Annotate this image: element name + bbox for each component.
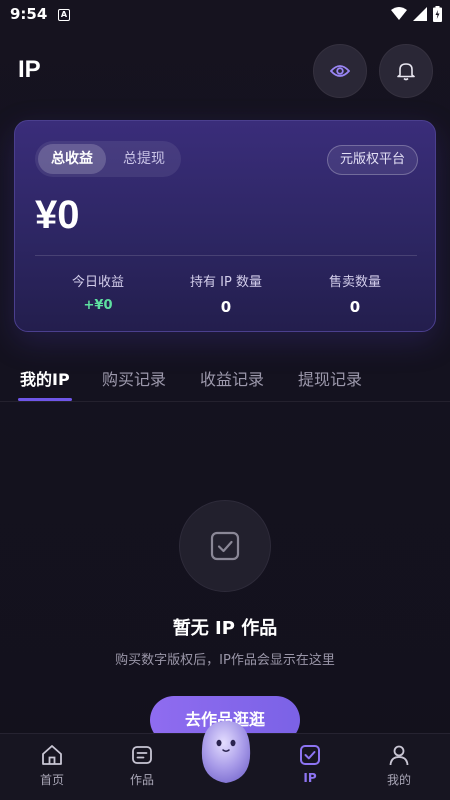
user-icon <box>389 745 409 766</box>
nav-home[interactable]: 首页 <box>17 744 87 788</box>
stat-label: 持有 IP 数量 <box>190 275 262 290</box>
eye-icon <box>330 65 350 77</box>
status-icons <box>391 6 442 22</box>
stat-value: 0 <box>220 298 232 316</box>
total-earnings-tab[interactable]: 总收益 <box>38 144 106 174</box>
app-notification-icon: A <box>58 9 70 21</box>
works-icon <box>132 746 152 764</box>
nav-label: 首页 <box>39 773 64 787</box>
wifi-icon <box>391 7 407 20</box>
tab-withdrawal-records[interactable]: 提现记录 <box>298 366 362 390</box>
tab-purchase-records[interactable]: 购买记录 <box>102 366 166 390</box>
page-title: IP <box>18 56 41 83</box>
battery-icon <box>433 6 442 22</box>
stat-label: 售卖数量 <box>328 275 381 290</box>
nav-works[interactable]: 作品 <box>107 744 177 788</box>
active-tab-indicator <box>18 398 72 401</box>
notifications-button[interactable] <box>379 44 433 98</box>
stat-label: 今日收益 <box>71 275 124 290</box>
stat-today-earnings: 今日收益 +¥0 <box>38 271 158 313</box>
balance-amount: ¥0 <box>35 193 80 237</box>
bell-icon <box>397 63 415 81</box>
nav-label: IP <box>303 771 317 785</box>
stat-sold-count: 售卖数量 0 <box>295 271 415 316</box>
home-icon <box>42 745 62 765</box>
empty-state-title: 暂无 IP 作品 <box>172 618 278 639</box>
mascot-icon <box>201 721 251 783</box>
copyright-platform-button[interactable]: 元版权平台 <box>326 145 418 175</box>
nav-mine[interactable]: 我的 <box>364 744 434 788</box>
ip-check-icon <box>300 745 320 765</box>
mascot-center-button[interactable] <box>199 719 253 785</box>
tab-earnings-records[interactable]: 收益记录 <box>200 366 264 390</box>
stat-value: +¥0 <box>83 298 113 313</box>
tab-my-ip[interactable]: 我的IP <box>20 366 70 390</box>
empty-state-illustration <box>179 500 271 592</box>
visibility-toggle-button[interactable] <box>313 44 367 98</box>
stat-value: 0 <box>349 298 361 316</box>
nav-ip[interactable]: IP <box>275 744 345 785</box>
earnings-card: 总收益 总提现 元版权平台 ¥0 今日收益 +¥0 持有 IP 数量 0 售卖数… <box>14 120 436 332</box>
nav-label: 我的 <box>386 773 411 787</box>
total-withdrawal-tab[interactable]: 总提现 <box>109 144 179 174</box>
records-tabs: 我的IP 购买记录 收益记录 提现记录 <box>0 360 450 402</box>
checkbox-icon <box>210 531 240 561</box>
empty-state-description: 购买数字版权后，IP作品会显示在这里 <box>115 653 335 668</box>
status-time: 9:54 <box>10 5 48 23</box>
nav-label: 作品 <box>129 773 154 787</box>
card-divider <box>35 255 417 256</box>
earnings-segmented-control: 总收益 总提现 <box>35 141 181 177</box>
status-bar: 9:54 A <box>0 0 450 30</box>
signal-icon <box>413 7 427 21</box>
stat-ip-count: 持有 IP 数量 0 <box>166 271 286 316</box>
